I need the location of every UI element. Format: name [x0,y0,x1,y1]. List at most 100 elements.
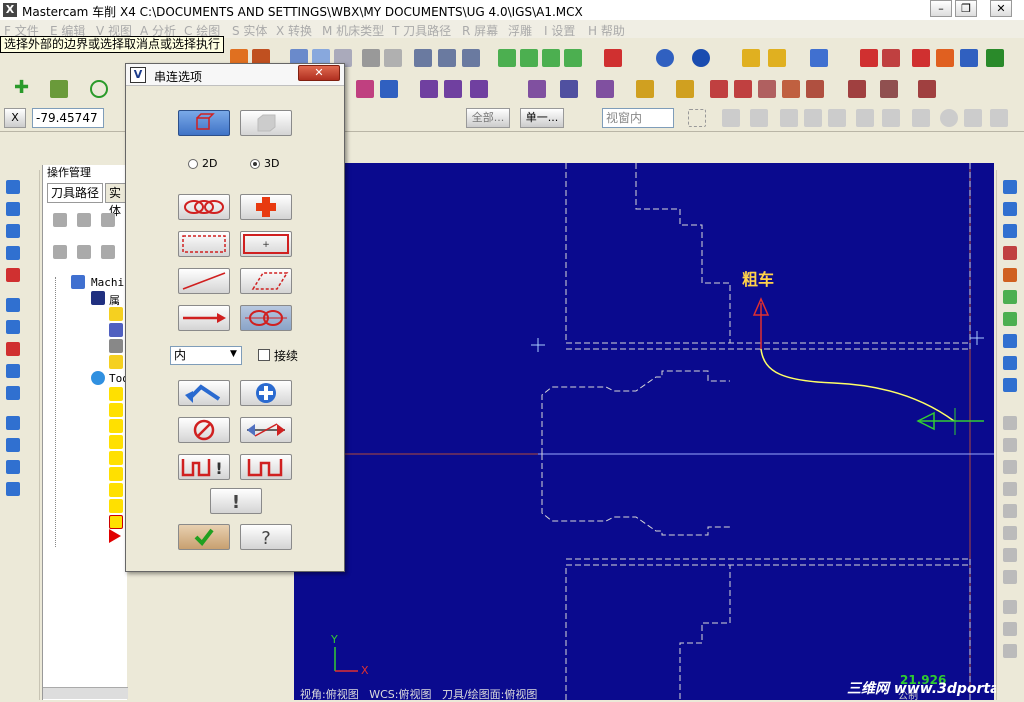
close-button[interactable]: ✕ [990,0,1012,17]
dialog-title-bar[interactable]: V 串连选项 ✕ [126,64,344,86]
options-button[interactable] [240,454,292,480]
help-button[interactable]: ? [240,524,292,550]
tree-item-machine[interactable]: Machi [91,276,124,289]
vector-button[interactable] [178,305,230,331]
cut-icon[interactable] [6,342,20,356]
planes-icon[interactable] [604,49,622,67]
single-button[interactable] [178,268,230,294]
op-folder-2-icon[interactable] [109,403,123,417]
sigma-icon[interactable] [960,49,978,67]
level-icon[interactable] [676,80,694,98]
offset-icon[interactable] [444,80,462,98]
regenerate-icon[interactable] [101,213,115,227]
export-icon[interactable] [1003,334,1017,348]
gray-tool-3-icon[interactable] [1003,460,1017,474]
wireframe-mode-button[interactable] [178,110,230,136]
tool-settings-icon[interactable] [109,323,123,337]
stop-icon[interactable] [940,109,958,127]
add-button[interactable] [240,380,292,406]
pen-icon[interactable] [810,49,828,67]
pencil-icon[interactable] [742,49,760,67]
insert-arrow-icon[interactable] [109,529,121,543]
menu-help[interactable]: H 帮助 [588,22,625,39]
status-wcs[interactable]: WCS:俯视图 [369,688,431,701]
window-select-icon[interactable] [688,109,706,127]
area-button[interactable]: + [240,231,292,257]
op-folder-5-icon[interactable] [109,451,123,465]
partial-button[interactable] [240,305,292,331]
continue-checkbox[interactable] [258,349,270,361]
ok-button[interactable] [178,524,230,550]
globe-icon[interactable] [656,49,674,67]
machine-icon[interactable] [848,80,866,98]
chamfer-icon[interactable] [6,364,20,378]
stock-icon[interactable] [880,80,898,98]
cube-side-icon[interactable] [542,49,560,67]
translate-icon[interactable] [380,80,398,98]
back-select-icon[interactable] [856,109,874,127]
array-icon[interactable] [596,80,614,98]
tab-solids[interactable]: 实体 [105,183,127,218]
op-folder-7-icon[interactable] [109,483,123,497]
warning-button[interactable]: ! [210,488,262,514]
gray-tool-8-icon[interactable] [1003,570,1017,584]
x-coordinate-field[interactable]: -79.45747 [32,108,104,128]
body-select-icon[interactable] [828,109,846,127]
tag-icon[interactable] [758,80,776,98]
view-select-dropdown[interactable]: 视窗内 [602,108,674,128]
menu-xform[interactable]: X 转换 [276,22,312,39]
import-icon[interactable] [6,460,20,474]
cube-green-icon[interactable] [1003,290,1017,304]
stack-icon[interactable] [1003,378,1017,392]
status-view[interactable]: 视角:俯视图 [300,688,359,701]
scale-icon[interactable] [470,80,488,98]
ok-icon[interactable] [964,109,982,127]
menu-art[interactable]: 浮雕 [508,22,532,39]
reverse-last-button[interactable] [178,380,230,406]
dialog-close-button[interactable]: ✕ [298,65,340,81]
resize-icon[interactable] [1003,224,1017,238]
shell-icon[interactable] [6,482,20,496]
solid-select-icon[interactable] [750,109,768,127]
rotate-icon[interactable] [420,80,438,98]
cylinder-icon[interactable] [6,320,20,334]
chain-icon[interactable] [1003,268,1017,282]
plugin-icon[interactable] [986,49,1004,67]
xform-icon[interactable] [356,80,374,98]
chain-button[interactable] [178,194,230,220]
dropdown-arrow-icon[interactable]: ▼ [230,349,237,359]
menu-screen[interactable]: R 屏幕 [462,22,498,39]
select-dirty-icon[interactable] [77,213,91,227]
files-folder-icon[interactable] [109,307,123,321]
view-icon[interactable] [362,49,380,67]
ruler-icon[interactable] [882,49,900,67]
op-folder-8-icon[interactable] [109,499,123,513]
gray-tool-2-icon[interactable] [1003,438,1017,452]
question-icon[interactable] [860,49,878,67]
vertex-select-icon[interactable] [882,109,900,127]
top-view-icon[interactable] [6,180,20,194]
op-folder-4-icon[interactable] [109,435,123,449]
window-button[interactable] [178,231,230,257]
point-button[interactable] [240,194,292,220]
marker-icon[interactable] [768,49,786,67]
arrange-icon[interactable] [1003,246,1017,260]
op-folder-error-icon[interactable] [109,515,123,529]
stock-setup-icon[interactable] [109,339,123,353]
radio-3d[interactable] [250,159,260,169]
toggle-icon[interactable] [77,245,91,259]
magnify-icon[interactable] [384,49,402,67]
gray-tool-1-icon[interactable] [1003,416,1017,430]
layer-icon[interactable] [6,416,20,430]
grid-icon[interactable] [560,80,578,98]
vertical-arrow-icon[interactable] [1003,202,1017,216]
graphics-viewport[interactable]: 粗车 Y X 21.926 公制 [294,163,994,700]
op-folder-6-icon[interactable] [109,467,123,481]
front-view-icon[interactable] [6,202,20,216]
mirror-icon[interactable] [528,80,546,98]
screw-icon[interactable] [414,49,432,67]
undo-icon[interactable] [912,109,930,127]
cube-iso-icon[interactable] [564,49,582,67]
all-button[interactable]: 全部... [466,108,510,128]
menu-toolpaths[interactable]: T 刀具路径 [392,22,451,39]
